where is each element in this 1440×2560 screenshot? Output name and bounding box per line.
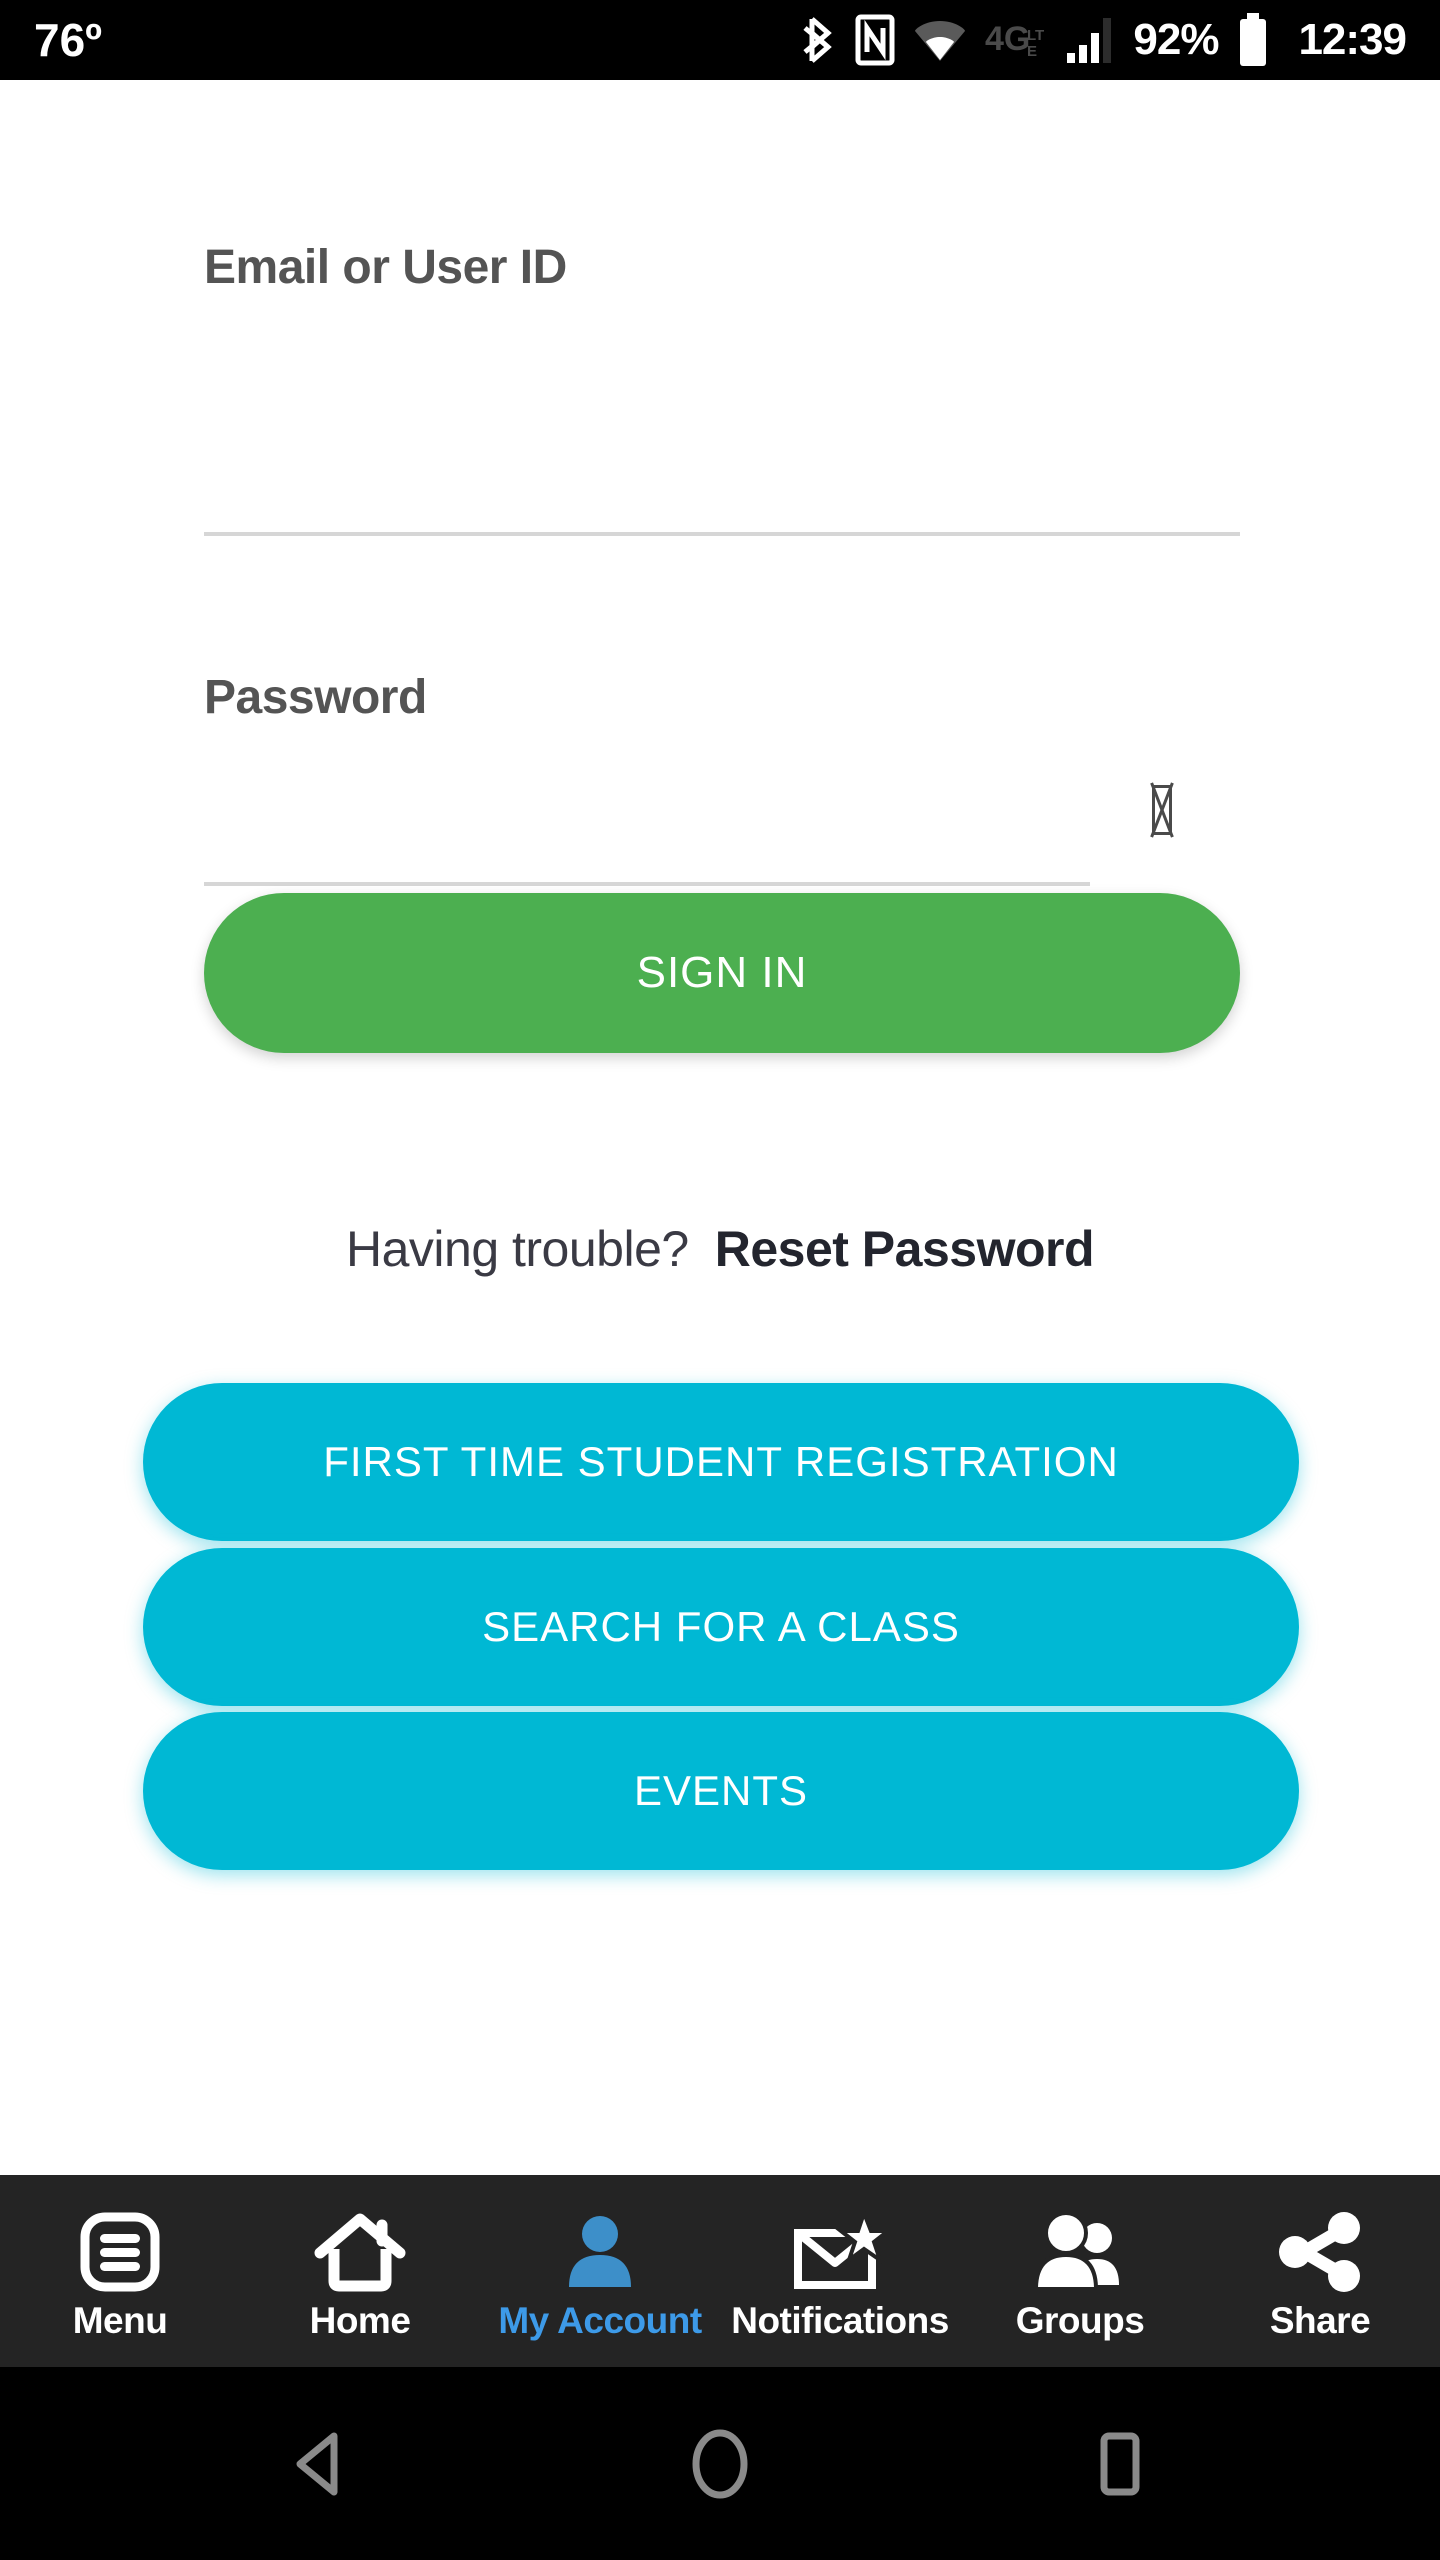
first-time-student-registration-button[interactable]: FIRST TIME STUDENT REGISTRATION	[143, 1383, 1299, 1541]
envelope-star-icon	[792, 2210, 888, 2294]
nav-item-my-account[interactable]: My Account	[480, 2175, 720, 2367]
svg-text:E: E	[1027, 43, 1037, 60]
nav-item-notifications[interactable]: Notifications	[720, 2175, 960, 2367]
bluetooth-icon	[803, 17, 833, 63]
nav-label-menu: Menu	[72, 2300, 168, 2341]
reset-password-row: Having trouble? Reset Password	[0, 1220, 1440, 1278]
email-field-label: Email or User ID	[204, 241, 567, 294]
svg-text:LT: LT	[1027, 27, 1044, 44]
status-bar: 76º 4G LT E 92% 12:39	[0, 0, 1440, 80]
nav-label-share: Share	[1269, 2300, 1371, 2341]
bottom-navigation-bar: Menu Home My Account Notifications Group…	[0, 2175, 1440, 2367]
password-field-underline	[204, 882, 1090, 886]
system-recents-button[interactable]	[1060, 2404, 1180, 2524]
nav-item-share[interactable]: Share	[1200, 2175, 1440, 2367]
nav-item-menu[interactable]: Menu	[0, 2175, 240, 2367]
password-field-group: Password	[0, 670, 1440, 886]
status-clock: 12:39	[1298, 15, 1407, 64]
sign-in-button[interactable]: SIGN IN	[204, 893, 1240, 1053]
having-trouble-label: Having trouble?	[345, 1221, 689, 1277]
password-input[interactable]	[204, 758, 1084, 868]
menu-list-icon	[79, 2210, 161, 2294]
email-input[interactable]	[204, 328, 1240, 438]
reset-password-link[interactable]: Reset Password	[715, 1220, 1095, 1278]
password-field-label: Password	[204, 671, 427, 724]
nav-item-groups[interactable]: Groups	[960, 2175, 1200, 2367]
password-visibility-toggle-icon[interactable]	[1152, 785, 1172, 835]
system-back-button[interactable]	[260, 2404, 380, 2524]
nav-label-groups: Groups	[1015, 2300, 1145, 2341]
search-for-a-class-button[interactable]: SEARCH FOR A CLASS	[143, 1548, 1299, 1706]
nfc-icon	[855, 14, 895, 66]
svg-text:4G: 4G	[985, 20, 1030, 58]
people-group-icon	[1030, 2210, 1130, 2294]
person-icon	[559, 2210, 641, 2294]
nav-item-home[interactable]: Home	[240, 2175, 480, 2367]
cellular-signal-icon	[1067, 18, 1112, 63]
status-icon-group: 4G LT E 92% 12:39	[803, 12, 1407, 68]
share-nodes-icon	[1274, 2210, 1366, 2294]
status-temperature: 76º	[34, 14, 102, 66]
login-screen-content: Email or User ID Password SIGN IN Having…	[0, 80, 1440, 2175]
system-home-button[interactable]	[660, 2404, 780, 2524]
battery-percent-label: 92%	[1133, 15, 1219, 64]
home-icon	[314, 2210, 406, 2294]
phone-screen: 76º 4G LT E 92% 12:39 Email or User ID P…	[0, 0, 1440, 2560]
android-system-navigation-bar	[0, 2367, 1440, 2560]
nav-label-my-account: My Account	[498, 2300, 702, 2341]
email-field-group: Email or User ID	[0, 240, 1440, 536]
email-field-underline	[204, 532, 1240, 536]
nav-label-notifications: Notifications	[731, 2300, 949, 2341]
nav-label-home: Home	[309, 2300, 411, 2341]
events-button[interactable]: EVENTS	[143, 1712, 1299, 1870]
wifi-icon	[915, 21, 966, 61]
battery-icon	[1240, 13, 1267, 66]
4g-lte-icon: 4G LT E	[985, 20, 1044, 60]
